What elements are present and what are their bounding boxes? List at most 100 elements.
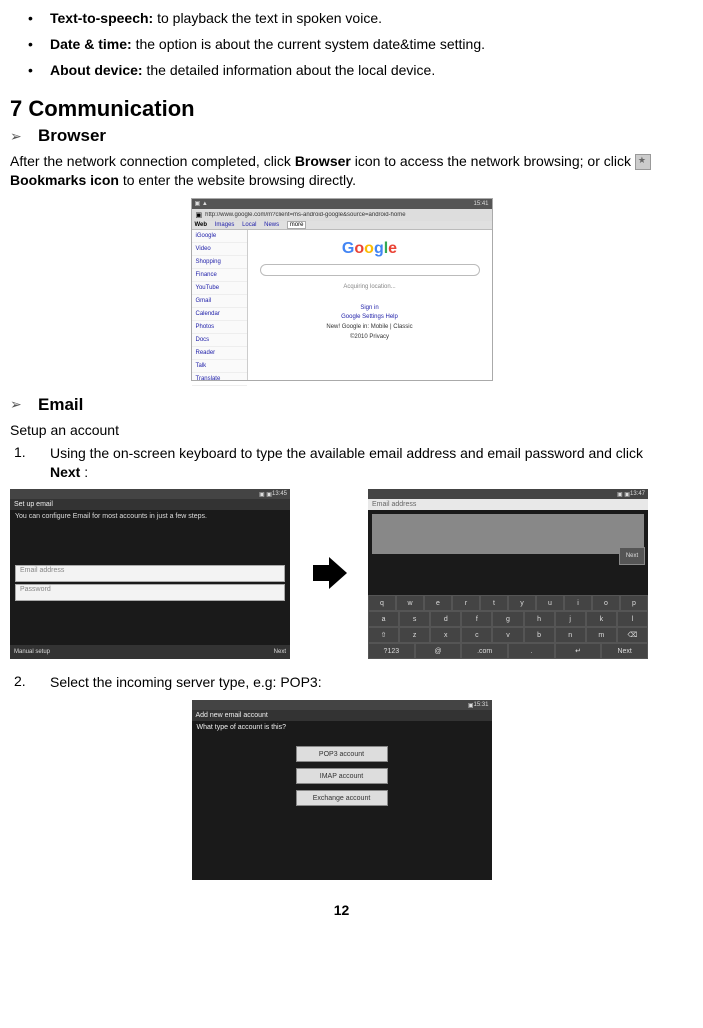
key: Next	[601, 643, 648, 659]
key: w	[396, 595, 424, 611]
arrow-right-icon	[304, 553, 354, 596]
bullet-desc: the detailed information about the local…	[143, 62, 436, 78]
text-segment: :	[80, 464, 88, 480]
link: ©2010 Privacy	[254, 333, 486, 343]
menu-item: Video	[192, 243, 247, 256]
menu-item: Talk	[192, 360, 247, 373]
browser-paragraph: After the network connection completed, …	[10, 152, 673, 190]
browser-more-menu: iGoogle Video Shopping Finance YouTube G…	[192, 230, 248, 380]
menu-item: YouTube	[192, 282, 247, 295]
bullet-item: Text-to-speech: to playback the text in …	[10, 10, 673, 26]
status-time: 15:41	[473, 201, 488, 207]
bullet-term: Text-to-speech:	[50, 10, 153, 26]
password-input: Password	[15, 584, 285, 601]
key: y	[508, 595, 536, 611]
email-setup-screenshot-2: ▣ ▣ 13:47 Email address Next qwertyuiop …	[368, 489, 648, 659]
tab: Web	[195, 222, 208, 228]
bottom-bar: Manual setup Next	[10, 645, 290, 659]
menu-item: Finance	[192, 269, 247, 282]
email-setup-screenshot-1: ▣ ▣ 13:45 Set up email You can configure…	[10, 489, 290, 659]
bullet-desc: the option is about the current system d…	[132, 36, 485, 52]
status-bar: ▣ ▣ 13:45	[10, 489, 290, 499]
search-box	[260, 264, 480, 276]
browser-main: Google Acquiring location... Sign in Goo…	[248, 230, 492, 380]
status-bar: ▣ ▣ 13:47	[368, 489, 648, 499]
manual-setup-button: Manual setup	[14, 649, 50, 655]
key: v	[492, 627, 523, 643]
key: p	[620, 595, 648, 611]
key: f	[461, 611, 492, 627]
list-number: 1.	[10, 444, 50, 482]
browser-subheading: ➢ Browser	[10, 126, 673, 146]
settings-bullet-list: Text-to-speech: to playback the text in …	[10, 10, 673, 78]
key: .	[508, 643, 555, 659]
keyboard: qwertyuiop asdfghjkl ⇧zxcvbnm⌫ ?123@.com…	[368, 595, 648, 659]
link: New! Google in: Mobile | Classic	[254, 323, 486, 333]
key: u	[536, 595, 564, 611]
status-time: 13:45	[272, 491, 287, 497]
browser-screenshot-figure: ▣ ▲15:41 ▣http://www.google.com/m?client…	[10, 198, 673, 381]
url-bar: ▣http://www.google.com/m?client=ms-andro…	[192, 209, 492, 221]
text-segment: icon to access the network browsing; or …	[351, 153, 635, 169]
key: t	[480, 595, 508, 611]
browser-screenshot: ▣ ▲15:41 ▣http://www.google.com/m?client…	[191, 198, 493, 381]
menu-item: Shopping	[192, 256, 247, 269]
email-screenshots-row: ▣ ▣ 13:45 Set up email You can configure…	[10, 489, 673, 659]
key: g	[492, 611, 523, 627]
key: ⇧	[368, 627, 399, 643]
setup-line: Setup an account	[10, 421, 673, 440]
tab-more: more	[287, 221, 307, 229]
key: .com	[461, 643, 508, 659]
tab: Images	[215, 222, 235, 228]
chevron-right-icon: ➢	[10, 396, 38, 413]
page-number: 12	[10, 902, 673, 918]
tab: News	[264, 222, 279, 228]
key: l	[617, 611, 648, 627]
loading-text: Acquiring location...	[254, 284, 486, 290]
link: Sign in	[254, 304, 486, 314]
text-bold: Next	[50, 464, 80, 480]
menu-item: Reader	[192, 347, 247, 360]
bullet-text: Text-to-speech: to playback the text in …	[50, 10, 673, 26]
key: ⌫	[617, 627, 648, 643]
bullet-text: Date & time: the option is about the cur…	[50, 36, 673, 52]
exchange-button: Exchange account	[296, 790, 388, 806]
text-segment: After the network connection completed, …	[10, 153, 295, 169]
key: i	[564, 595, 592, 611]
imap-button: IMAP account	[296, 768, 388, 784]
list-number: 2.	[10, 673, 50, 692]
section-heading: 7 Communication	[10, 96, 673, 122]
email-steps-list-2: 2. Select the incoming server type, e.g:…	[10, 673, 673, 692]
link: Google Settings Help	[254, 313, 486, 323]
server-type-screenshot: ▣ 15:31 Add new email account What type …	[192, 700, 492, 880]
google-logo: Google	[254, 240, 486, 258]
key: ?123	[368, 643, 415, 659]
hint-text: You can configure Email for most account…	[10, 510, 290, 523]
list-item: 2. Select the incoming server type, e.g:…	[10, 673, 673, 692]
next-button: Next	[619, 547, 645, 565]
key: b	[524, 627, 555, 643]
email-subheading: ➢ Email	[10, 395, 673, 415]
bullet-dot-icon	[28, 10, 50, 26]
menu-item: iGoogle	[192, 230, 247, 243]
bullet-term: About device:	[50, 62, 143, 78]
key: a	[368, 611, 399, 627]
bullet-dot-icon	[28, 36, 50, 52]
bullet-desc: to playback the text in spoken voice.	[153, 10, 382, 26]
key: @	[415, 643, 462, 659]
status-time: 15:31	[473, 702, 488, 708]
question-text: What type of account is this?	[192, 721, 492, 734]
menu-item: Photos	[192, 321, 247, 334]
text-segment: to enter the website browsing directly.	[119, 172, 356, 188]
bookmarks-icon	[635, 154, 651, 170]
bullet-text: About device: the detailed information a…	[50, 62, 673, 78]
pop3-button: POP3 account	[296, 746, 388, 762]
browser-title: Browser	[38, 126, 106, 146]
email-title: Email	[38, 395, 83, 415]
status-time: 13:47	[630, 491, 645, 497]
bullet-dot-icon	[28, 62, 50, 78]
text-area	[372, 514, 644, 554]
text-segment: Using the on-screen keyboard to type the…	[50, 445, 643, 461]
status-bar: ▣ ▲15:41	[192, 199, 492, 209]
bullet-item: Date & time: the option is about the cur…	[10, 36, 673, 52]
